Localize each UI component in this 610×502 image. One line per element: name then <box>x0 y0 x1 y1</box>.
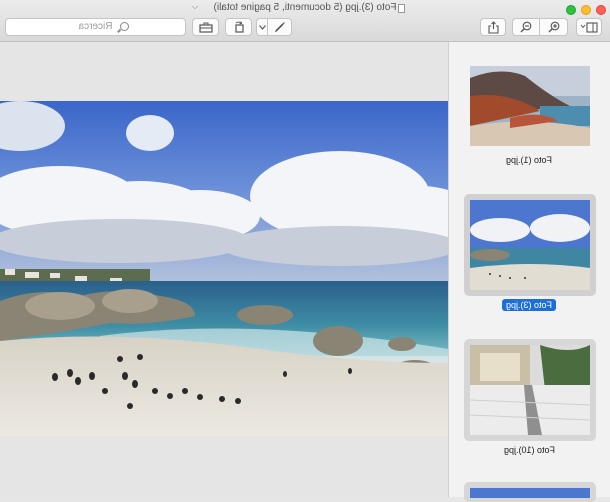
document-icon <box>398 4 405 13</box>
markup-button-group <box>256 18 292 36</box>
share-button[interactable] <box>480 18 506 36</box>
sidebar-toggle-button[interactable] <box>576 18 602 36</box>
window-title: Foto (3).jpg (5 documenti, 5 pagine tota… <box>213 2 397 13</box>
thumbnail-image <box>470 200 590 290</box>
thumbnail-item[interactable]: Foto (3).jpg <box>449 192 610 317</box>
rotate-button[interactable] <box>225 18 252 36</box>
chevron-down-icon <box>258 24 266 30</box>
toolbox-button[interactable] <box>192 18 219 36</box>
thumbnail-item[interactable]: Foto (10).jpg <box>449 337 610 462</box>
thumbnail-item[interactable]: Foto (1).jpg <box>449 42 610 182</box>
thumbnail-caption: Foto (10).jpg <box>449 444 610 456</box>
thumbnail-caption: Foto (1).jpg <box>449 154 610 166</box>
window-toolbar: Foto (3).jpg (5 documenti, 5 pagine tota… <box>0 0 610 42</box>
close-window-button[interactable] <box>596 5 606 15</box>
search-icon <box>120 22 129 31</box>
markup-menu-button[interactable] <box>256 18 268 36</box>
share-icon <box>487 20 499 34</box>
pen-icon <box>274 22 285 33</box>
thumbnail-sidebar: Foto (1).jpg Foto (3).jpg Foto (10).jpg <box>449 42 610 502</box>
thumbnail-image <box>470 66 590 146</box>
sidebar-icon <box>580 21 598 33</box>
thumbnail-item[interactable] <box>449 482 610 502</box>
zoom-window-button[interactable] <box>566 5 576 15</box>
thumbnail-label: Foto (3).jpg <box>502 299 557 311</box>
minimize-window-button[interactable] <box>581 5 591 15</box>
thumbnail-caption: Foto (3).jpg <box>449 299 610 311</box>
search-input[interactable]: Ricerca <box>5 18 186 36</box>
thumbnail-image <box>470 345 590 435</box>
thumbnail-label: Foto (1).jpg <box>506 155 553 165</box>
search-placeholder: Ricerca <box>78 21 113 32</box>
main-photo <box>0 101 448 436</box>
image-viewer[interactable] <box>0 42 449 497</box>
zoom-in-button[interactable] <box>540 18 568 36</box>
zoom-in-icon <box>548 21 559 33</box>
beach-photo <box>0 101 448 436</box>
zoom-button-group <box>512 18 568 36</box>
chevron-down-icon[interactable]: ⌵ <box>192 2 198 12</box>
rotate-icon <box>234 21 244 33</box>
window-title-area: Foto (3).jpg (5 documenti, 5 pagine tota… <box>0 0 610 16</box>
thumbnail-label: Foto (10).jpg <box>503 445 556 455</box>
markup-button[interactable] <box>268 18 292 36</box>
toolbox-icon <box>198 22 213 33</box>
zoom-out-icon <box>520 21 532 33</box>
zoom-out-button[interactable] <box>512 18 540 36</box>
